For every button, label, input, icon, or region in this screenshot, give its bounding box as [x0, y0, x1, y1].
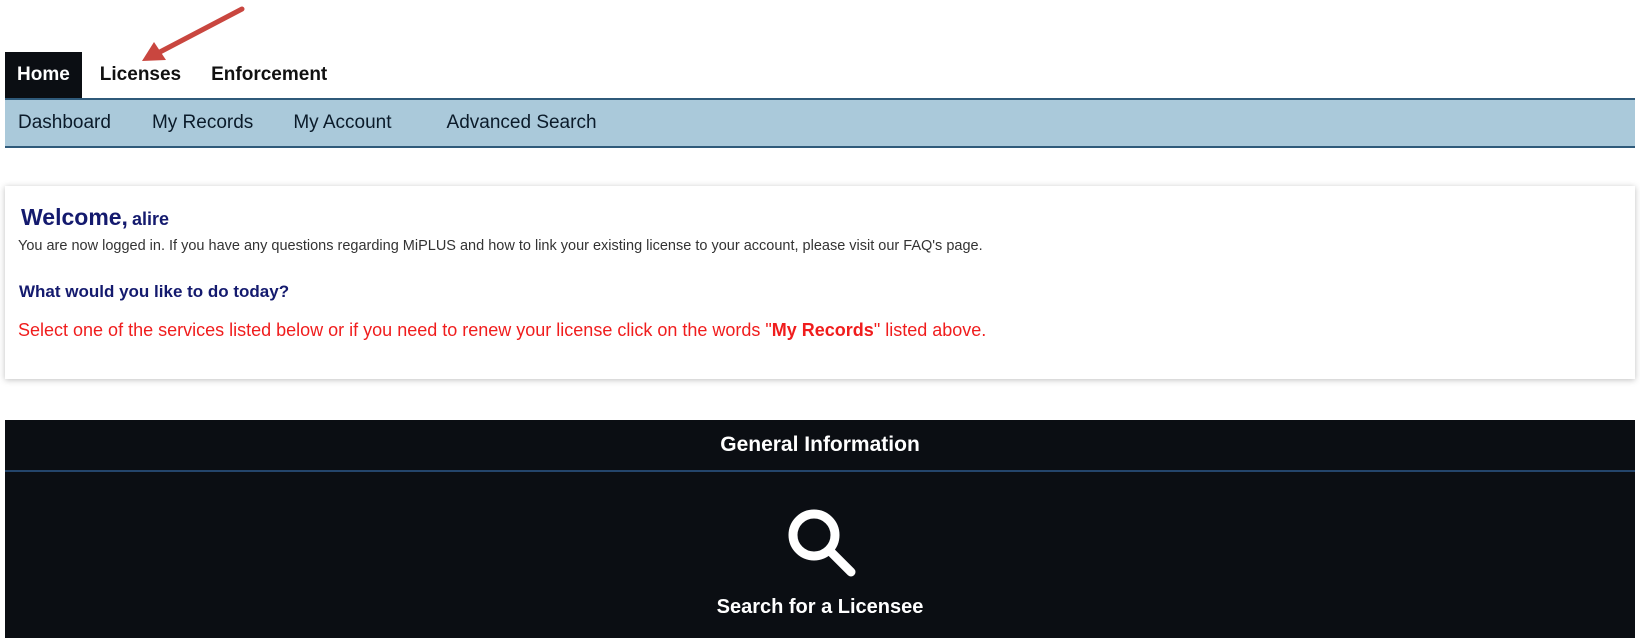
subnav-advanced-search[interactable]: Advanced Search [447, 112, 597, 134]
tab-enforcement-label: Enforcement [211, 64, 328, 85]
sub-nav: Dashboard My Records My Account Advanced… [5, 98, 1635, 148]
welcome-panel: Welcome, alire You are now logged in. If … [5, 186, 1635, 379]
top-nav: Home Licenses Enforcement [5, 52, 339, 106]
general-info-header: General Information [5, 420, 1635, 472]
tab-enforcement[interactable]: Enforcement [199, 52, 339, 98]
instruction-before: Select one of the services listed below … [18, 320, 772, 340]
welcome-heading: Welcome, alire [21, 204, 169, 231]
welcome-message: You are now logged in. If you have any q… [18, 238, 983, 254]
general-info-panel: General Information Search for a License… [5, 420, 1635, 638]
tab-home-label: Home [17, 64, 70, 85]
welcome-username: alire [131, 209, 169, 229]
tab-licenses[interactable]: Licenses [88, 52, 193, 98]
subnav-my-records[interactable]: My Records [152, 112, 253, 134]
welcome-question: What would you like to do today? [19, 282, 290, 301]
instruction-emphasis: My Records [771, 320, 874, 340]
welcome-instruction: Select one of the services listed below … [18, 320, 986, 341]
tab-home[interactable]: Home [5, 52, 82, 106]
welcome-title: Welcome, [21, 204, 128, 230]
search-licensee-link[interactable]: Search for a Licensee [5, 596, 1635, 619]
subnav-my-account[interactable]: My Account [293, 112, 391, 134]
instruction-after: " listed above. [873, 320, 987, 340]
subnav-dashboard[interactable]: Dashboard [18, 112, 111, 134]
page: Home Licenses Enforcement Dashboard My R… [0, 0, 1640, 638]
search-icon[interactable] [783, 504, 859, 580]
tab-licenses-label: Licenses [99, 64, 182, 85]
